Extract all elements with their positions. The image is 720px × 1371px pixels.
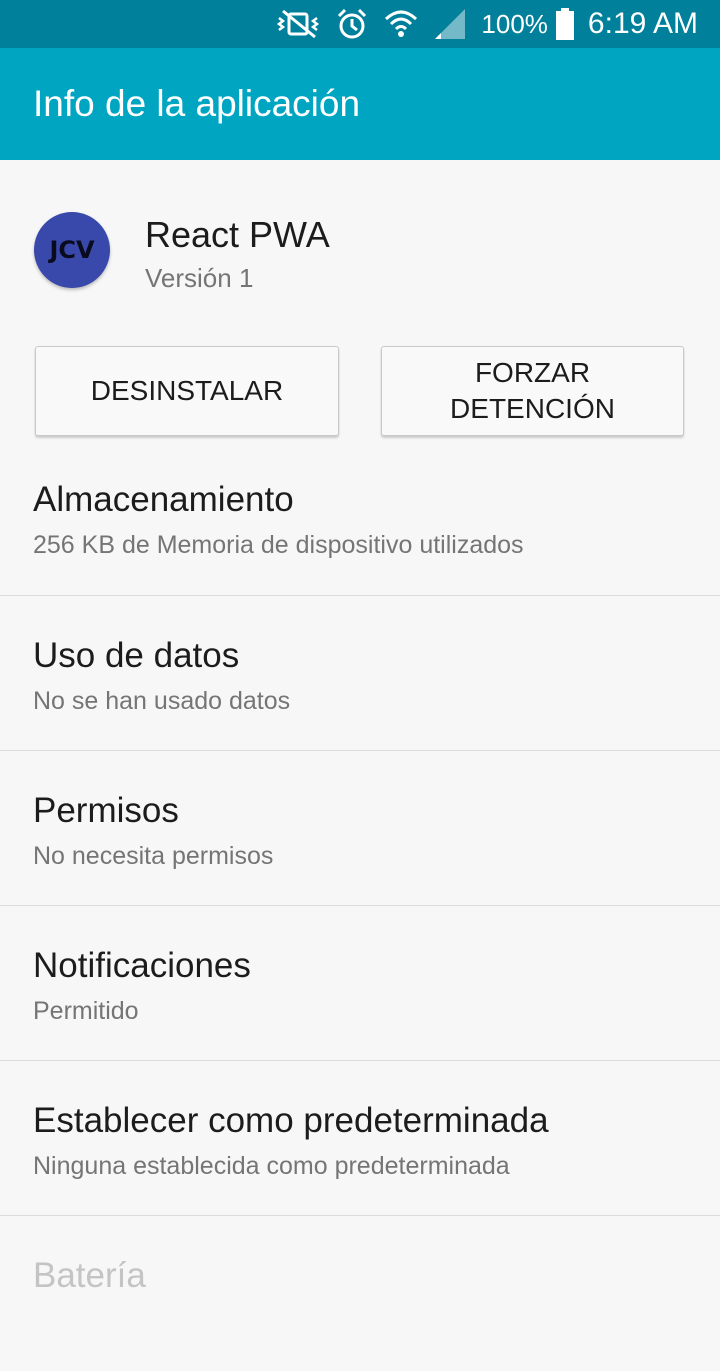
setting-title: Batería — [33, 1256, 146, 1295]
uninstall-button-label: DESINSTALAR — [90, 375, 284, 406]
alarm-icon — [335, 7, 369, 41]
app-name: React PWA — [145, 214, 330, 255]
app-icon-text: JCV — [49, 236, 95, 264]
setting-battery[interactable]: Batería — [0, 1216, 720, 1371]
setting-title: Uso de datos — [33, 636, 240, 675]
wifi-icon — [383, 7, 419, 41]
setting-subtitle: 256 KB de Memoria de dispositivo utiliza… — [33, 531, 524, 559]
vibrate-mute-icon — [275, 9, 321, 39]
setting-default-app[interactable]: Establecer como predeterminada Ninguna e… — [0, 1061, 720, 1216]
setting-title: Almacenamiento — [33, 480, 294, 519]
app-version: Versión 1 — [145, 263, 254, 293]
setting-subtitle: Ninguna establecida como predeterminada — [33, 1152, 510, 1180]
setting-subtitle: No se han usado datos — [33, 687, 291, 715]
clock: 6:19 AM — [587, 7, 698, 40]
uninstall-button[interactable]: DESINSTALAR — [35, 346, 339, 436]
app-bar: Info de la aplicación — [0, 48, 720, 160]
app-icon: JCV — [34, 212, 110, 288]
setting-subtitle: No necesita permisos — [33, 842, 274, 870]
battery-percent: 100% — [481, 8, 548, 39]
setting-data-usage[interactable]: Uso de datos No se han usado datos — [0, 596, 720, 751]
battery-icon — [555, 8, 574, 40]
force-stop-button-label: FORZAR DETENCIÓN — [450, 357, 615, 424]
setting-title: Permisos — [33, 791, 179, 830]
setting-title: Notificaciones — [33, 946, 251, 985]
status-bar: 100% 6:19 AM — [0, 0, 720, 48]
setting-storage[interactable]: Almacenamiento 256 KB de Memoria de disp… — [0, 440, 720, 596]
setting-permissions[interactable]: Permisos No necesita permisos — [0, 751, 720, 906]
setting-subtitle: Permitido — [33, 997, 139, 1025]
page-title: Info de la aplicación — [33, 83, 361, 124]
setting-notifications[interactable]: Notificaciones Permitido — [0, 906, 720, 1061]
signal-icon — [433, 7, 467, 41]
app-header: JCV React PWA Versión 1 — [0, 160, 720, 340]
force-stop-button[interactable]: FORZAR DETENCIÓN — [381, 346, 684, 436]
settings-list: Almacenamiento 256 KB de Memoria de disp… — [0, 440, 720, 1371]
setting-title: Establecer como predeterminada — [33, 1101, 549, 1140]
